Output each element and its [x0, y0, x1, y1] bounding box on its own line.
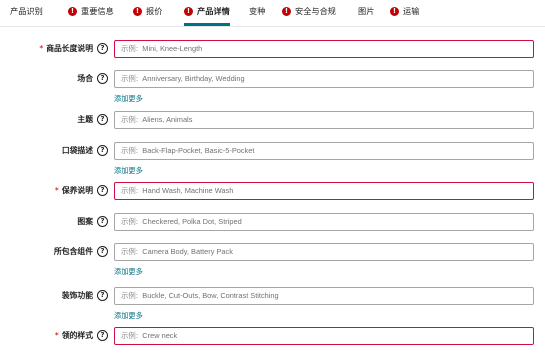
input-placeholder: Crew neck	[142, 331, 178, 340]
help-icon[interactable]: ?	[97, 246, 108, 257]
collar-style-input[interactable]: 示例: Crew neck	[114, 327, 534, 345]
field-label: 口袋描述	[62, 142, 93, 160]
help-icon[interactable]: ?	[97, 185, 108, 196]
help-icon[interactable]: ?	[97, 330, 108, 341]
error-icon: !	[133, 7, 142, 16]
error-icon: !	[282, 7, 291, 16]
tab-label: 产品识别	[10, 6, 43, 16]
tab-label: 安全与合规	[295, 6, 336, 16]
field-label: 所包含组件	[54, 243, 93, 261]
example-prefix: 示例:	[121, 115, 139, 124]
field-label: * 商品长度说明	[39, 40, 93, 58]
tab-bar: 产品识别 ! 重要信息 ! 报价 ! 产品详情 变种 ! 安全与合规 图片 ! 运输	[0, 0, 545, 27]
input-placeholder: Camera Body, Battery Pack	[142, 247, 233, 256]
field-label: 图案	[77, 213, 93, 231]
tab-vital-info[interactable]: ! 重要信息	[68, 0, 114, 25]
example-prefix: 示例:	[121, 217, 139, 226]
tab-label: 变种	[249, 6, 266, 16]
embellishment-feature-input[interactable]: 示例: Buckle, Cut-Outs, Bow, Contrast Stitc…	[114, 287, 534, 305]
field-label: * 保养说明	[55, 182, 93, 200]
add-more-link[interactable]: 添加更多	[114, 267, 143, 277]
care-instructions-input[interactable]: 示例: Hand Wash, Machine Wash	[114, 182, 534, 200]
included-components-input[interactable]: 示例: Camera Body, Battery Pack	[114, 243, 534, 261]
input-placeholder: Buckle, Cut-Outs, Bow, Contrast Stitchin…	[142, 291, 279, 300]
add-more-link[interactable]: 添加更多	[114, 94, 143, 104]
input-placeholder: Aliens, Animals	[142, 115, 193, 124]
tab-product-details[interactable]: ! 产品详情	[184, 0, 230, 26]
input-placeholder: Mini, Knee-Length	[142, 44, 203, 53]
field-label-text: 主题	[77, 115, 93, 124]
add-more-link[interactable]: 添加更多	[114, 166, 143, 176]
field-label-text: 所包含组件	[54, 247, 93, 256]
example-prefix: 示例:	[121, 146, 139, 155]
tab-label: 重要信息	[81, 6, 114, 16]
tab-variations[interactable]: 变种	[249, 0, 265, 25]
occasion-input[interactable]: 示例: Anniversary, Birthday, Wedding	[114, 70, 534, 88]
tab-label: 图片	[358, 6, 375, 16]
help-icon[interactable]: ?	[97, 145, 108, 156]
input-placeholder: Anniversary, Birthday, Wedding	[142, 74, 245, 83]
error-icon: !	[390, 7, 399, 16]
tab-label: 产品详情	[197, 6, 230, 16]
error-icon: !	[68, 7, 77, 16]
field-label: 装饰功能	[62, 287, 93, 305]
example-prefix: 示例:	[121, 247, 139, 256]
example-prefix: 示例:	[121, 44, 139, 53]
field-label: 主题	[77, 111, 93, 129]
help-icon[interactable]: ?	[97, 43, 108, 54]
help-icon[interactable]: ?	[97, 290, 108, 301]
tab-label: 报价	[146, 6, 163, 16]
example-prefix: 示例:	[121, 291, 139, 300]
input-placeholder: Hand Wash, Machine Wash	[142, 186, 234, 195]
help-icon[interactable]: ?	[97, 73, 108, 84]
error-icon: !	[184, 7, 193, 16]
field-label-text: 商品长度说明	[46, 44, 93, 53]
example-prefix: 示例:	[121, 74, 139, 83]
field-label: 场合	[77, 70, 93, 88]
help-icon[interactable]: ?	[97, 114, 108, 125]
tab-safety-compliance[interactable]: ! 安全与合规	[282, 0, 336, 25]
item-length-input[interactable]: 示例: Mini, Knee-Length	[114, 40, 534, 58]
field-label-text: 保养说明	[61, 186, 93, 195]
input-placeholder: Checkered, Polka Dot, Striped	[142, 217, 242, 226]
field-label-text: 领的样式	[61, 331, 93, 340]
field-label-text: 口袋描述	[61, 146, 93, 155]
field-label: * 领的样式	[55, 327, 93, 345]
required-mark: *	[54, 331, 59, 340]
example-prefix: 示例:	[121, 331, 139, 340]
pocket-description-input[interactable]: 示例: Back-Flap-Pocket, Basic-5-Pocket	[114, 142, 534, 160]
tab-images[interactable]: 图片	[358, 0, 374, 25]
input-placeholder: Back-Flap-Pocket, Basic-5-Pocket	[142, 146, 255, 155]
add-more-link[interactable]: 添加更多	[114, 311, 143, 321]
theme-input[interactable]: 示例: Aliens, Animals	[114, 111, 534, 129]
field-label-text: 图案	[77, 217, 93, 226]
tab-shipping[interactable]: ! 运输	[390, 0, 419, 25]
pattern-input[interactable]: 示例: Checkered, Polka Dot, Striped	[114, 213, 534, 231]
help-icon[interactable]: ?	[97, 216, 108, 227]
field-label-text: 装饰功能	[61, 291, 93, 300]
tab-label: 运输	[403, 6, 420, 16]
example-prefix: 示例:	[121, 186, 139, 195]
field-label-text: 场合	[77, 74, 93, 83]
required-mark: *	[39, 44, 44, 53]
tab-product-identity[interactable]: 产品识别	[10, 0, 43, 25]
tab-offer[interactable]: ! 报价	[133, 0, 162, 25]
required-mark: *	[54, 186, 59, 195]
